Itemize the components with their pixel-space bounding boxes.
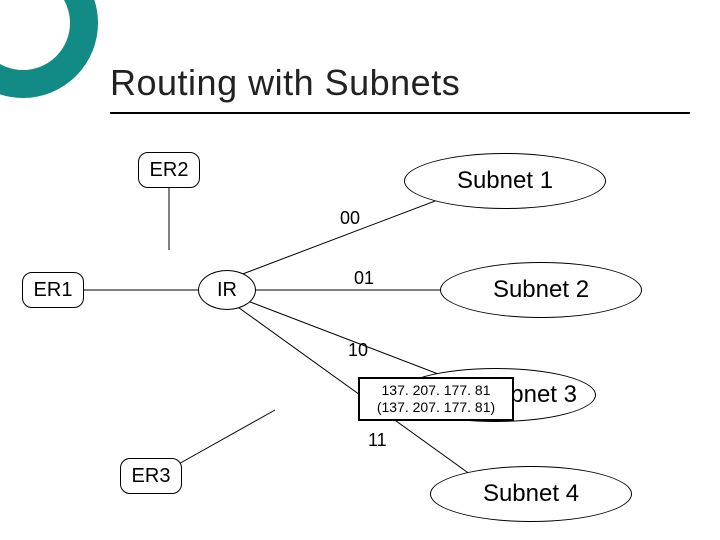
edge-label-11: 11 (368, 430, 387, 451)
node-subnet4: Subnet 4 (430, 466, 632, 522)
edge-label-00: 00 (340, 208, 360, 229)
slide-title: Routing with Subnets (110, 62, 460, 104)
host-ip-line1: 137. 207. 177. 81 (382, 382, 491, 400)
edge-label-10: 10 (348, 340, 368, 361)
diagram-stage: Routing with Subnets ER2 ER1 IR ER3 Subn… (0, 0, 720, 540)
subnet1-label: Subnet 1 (457, 167, 553, 195)
title-underline (110, 112, 690, 114)
node-er3-label: ER3 (132, 465, 171, 488)
edge-label-01: 01 (354, 268, 374, 289)
node-er2: ER2 (138, 152, 200, 188)
slide-bullet-deco (0, 0, 98, 98)
node-er1: ER1 (22, 272, 84, 308)
node-subnet2: Subnet 2 (440, 262, 642, 318)
subnet4-label: Subnet 4 (483, 480, 579, 508)
node-er1-label: ER1 (34, 279, 73, 302)
node-subnet1: Subnet 1 (404, 153, 606, 209)
node-er3: ER3 (120, 458, 182, 494)
host-ip-annotation: 137. 207. 177. 81 (137. 207. 177. 81) (358, 377, 514, 421)
node-er2-label: ER2 (150, 159, 189, 182)
subnet2-label: Subnet 2 (493, 276, 589, 304)
host-ip-line2: (137. 207. 177. 81) (377, 399, 495, 417)
node-ir-label: IR (217, 279, 237, 302)
node-ir: IR (198, 270, 256, 310)
